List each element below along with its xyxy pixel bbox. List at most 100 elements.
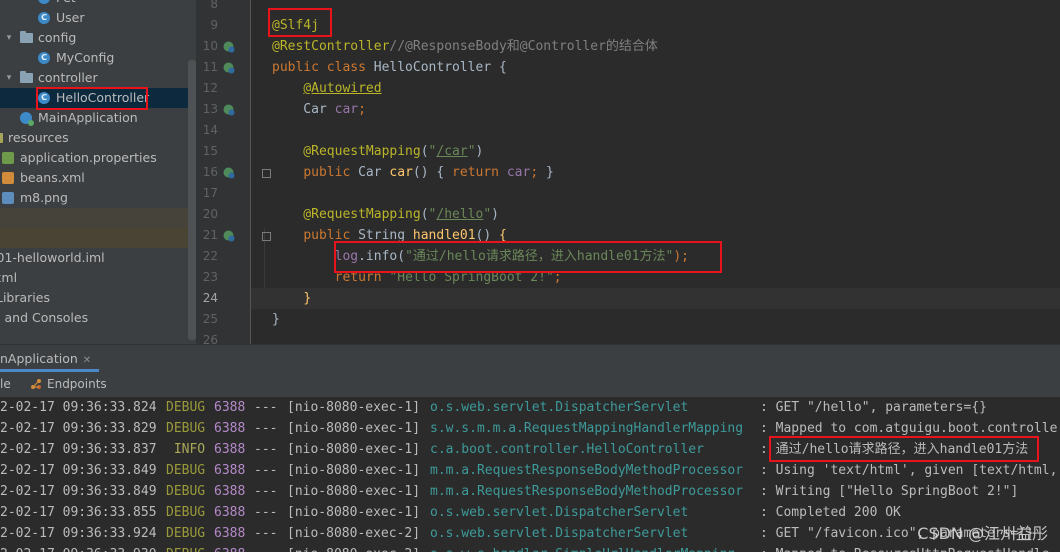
- log-sep: ---: [254, 400, 278, 415]
- code-editor[interactable]: @Slf4j @RestController//@ResponseBody和@Co…: [251, 0, 1060, 344]
- fold-marker-icon[interactable]: [262, 169, 271, 178]
- tree-item[interactable]: C User: [0, 8, 196, 28]
- line-number: 12: [202, 81, 218, 95]
- log-time: 2-02-17 09:36:33.930: [0, 544, 157, 552]
- console-tab[interactable]: le: [0, 372, 11, 397]
- code-token: return: [452, 165, 507, 180]
- spring-bean-icon[interactable]: [222, 61, 235, 74]
- code-line: Car car;: [272, 99, 366, 120]
- line-number: 13: [202, 102, 218, 116]
- log-level: DEBUG: [166, 421, 206, 436]
- spring-bean-icon[interactable]: [222, 103, 235, 116]
- tree-item[interactable]: ▾ controller: [0, 68, 196, 88]
- code-token: car: [389, 165, 413, 180]
- log-sep: ---: [254, 442, 278, 457]
- log-msg: : Mapped to ResourceHttpRequestHandle: [760, 544, 1050, 552]
- log-time: 2-02-17 09:36:33.849: [0, 463, 157, 478]
- log-pid: 6388: [214, 442, 246, 457]
- spring-bean-icon[interactable]: [222, 166, 235, 179]
- tree-item[interactable]: t: [0, 228, 196, 248]
- code-token: Car: [358, 165, 390, 180]
- tree-item[interactable]: C MyConfig: [0, 48, 196, 68]
- log-logger: o.s.web.servlet.DispatcherServlet: [430, 505, 689, 520]
- spring-bean-icon[interactable]: [222, 229, 235, 242]
- log-line: 2-02-17 09:36:33.824 DEBUG 6388 --- [nio-808…: [0, 397, 1060, 418]
- spring-app-icon: [20, 112, 34, 126]
- log-logger: m.m.a.RequestResponseBodyMethodProcessor: [430, 484, 744, 499]
- tree-item-label: s and Consoles: [0, 310, 89, 325]
- log-line: 2-02-17 09:36:33.924 DEBUG 6388 --- [nio-808…: [0, 523, 1060, 544]
- tree-item-label: Libraries: [0, 290, 50, 305]
- tree-item-label: application.properties: [20, 150, 157, 165]
- code-token: @RequestMapping: [272, 144, 421, 159]
- tree-item[interactable]: ▾ config: [0, 28, 196, 48]
- code-token: @Autowired: [303, 81, 382, 96]
- tree-item[interactable]: C Pet: [0, 0, 196, 8]
- run-tab-label: nApplication: [0, 351, 78, 366]
- tree-item-label: User: [56, 10, 85, 25]
- close-icon[interactable]: ✕: [83, 355, 91, 366]
- endpoints-tab[interactable]: Endpoints: [30, 372, 107, 397]
- log-level: DEBUG: [166, 463, 206, 478]
- chevron-down-icon[interactable]: ▾: [4, 28, 14, 48]
- tree-item[interactable]: resources: [0, 128, 196, 148]
- tree-item-label: xml: [0, 270, 18, 285]
- folder-icon: [20, 31, 33, 43]
- tree-item[interactable]: xml: [0, 268, 196, 288]
- log-pid: 6388: [214, 484, 246, 499]
- line-number: 14: [202, 123, 218, 137]
- tree-item-label: MainApplication: [38, 110, 138, 125]
- code-token: Car: [272, 102, 335, 117]
- tree-item[interactable]: beans.xml: [0, 168, 196, 188]
- log-sep: ---: [254, 463, 278, 478]
- code-token: public class: [272, 60, 374, 75]
- code-token: }: [545, 165, 554, 180]
- log-thread: [nio-8080-exec-2]: [287, 526, 421, 541]
- log-time: 2-02-17 09:36:33.855: [0, 505, 157, 520]
- code-token: }: [303, 291, 312, 306]
- watermark: CSDN @江州益彤: [917, 524, 1048, 543]
- chevron-down-icon[interactable]: ▾: [4, 68, 14, 88]
- editor-gutter: 8 9 10 11 12 13 14 15 16 17 20 21 22 23 24 25 26: [196, 0, 251, 347]
- line-number: 8: [210, 0, 218, 11]
- log-logger: o.s.w.s.handler.SimpleUrlHandlerMapping: [430, 544, 735, 552]
- log-time: 2-02-17 09:36:33.837: [0, 442, 157, 457]
- fold-marker-icon[interactable]: [262, 232, 271, 241]
- tree-item[interactable]: s and Consoles: [0, 308, 196, 328]
- tree-item-label: Pet: [56, 0, 76, 8]
- log-logger: s.w.s.m.m.a.RequestMappingHandlerMapping: [430, 421, 744, 436]
- run-console[interactable]: 2-02-17 09:36:33.824 DEBUG 6388 --- [nio-808…: [0, 397, 1060, 552]
- code-line: }: [272, 288, 311, 309]
- run-tab-main-application[interactable]: nApplication ✕: [0, 345, 100, 372]
- code-token: ;: [358, 102, 366, 117]
- code-line: public class HelloController {: [272, 57, 507, 78]
- log-pid: 6388: [214, 505, 246, 520]
- spring-bean-icon[interactable]: [222, 40, 235, 53]
- tree-item-label: MyConfig: [56, 50, 115, 65]
- tree-item[interactable]: -01-helloworld.iml: [0, 248, 196, 268]
- code-token: HelloController {: [373, 60, 507, 75]
- tree-item[interactable]: m8.png: [0, 188, 196, 208]
- tree-item[interactable]: st: [0, 208, 196, 228]
- code-token: @RestController: [272, 39, 390, 54]
- code-token: ": [467, 144, 476, 159]
- class-icon: C: [38, 52, 50, 64]
- tree-item[interactable]: application.properties: [0, 148, 196, 168]
- image-file-icon: [2, 192, 14, 204]
- project-tree: CPetCUser▾configCMyConfig▾controllerCHel…: [0, 0, 196, 344]
- run-toolbar: le Endpoints: [0, 372, 1060, 398]
- log-pid: 6388: [214, 421, 246, 436]
- log-msg: : Writing ["Hello SpringBoot 2!"]: [760, 484, 1019, 499]
- log-thread: [nio-8080-exec-1]: [287, 400, 421, 415]
- project-tree-scrollbar[interactable]: [188, 60, 196, 340]
- log-pid: 6388: [214, 463, 246, 478]
- line-number: 17: [202, 186, 218, 200]
- tree-item[interactable]: MainApplication: [0, 108, 196, 128]
- line-number: 16: [202, 165, 218, 179]
- code-token: //@ResponseBody和@Controller的结合体: [389, 39, 658, 54]
- tree-item[interactable]: Libraries: [0, 288, 196, 308]
- line-number: 20: [202, 207, 218, 221]
